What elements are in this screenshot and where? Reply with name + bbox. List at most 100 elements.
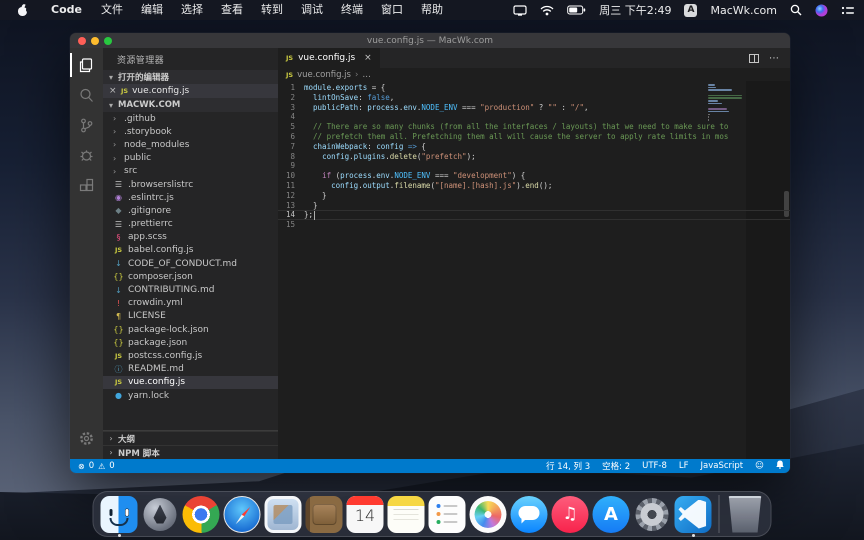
wifi-icon[interactable] <box>540 5 554 16</box>
tree-folder-row[interactable]: ›node_modules <box>103 138 278 151</box>
code-line[interactable]: 7 chainWebpack: config => { <box>278 142 790 152</box>
menu-item[interactable]: 转到 <box>252 0 292 20</box>
tab-close-icon[interactable]: × <box>364 53 372 63</box>
tree-folder-row[interactable]: ›public <box>103 152 278 165</box>
tree-file-row[interactable]: ◆.gitignore <box>103 204 278 217</box>
code-line[interactable]: 15 <box>278 220 790 230</box>
tree-folder-row[interactable]: ›.storybook <box>103 125 278 138</box>
dock-vscode-icon[interactable] <box>675 496 712 533</box>
tree-file-row[interactable]: {}composer.json <box>103 270 278 283</box>
window-close-button[interactable] <box>78 37 86 45</box>
code-line[interactable]: 9 <box>278 161 790 171</box>
window-zoom-button[interactable] <box>104 37 112 45</box>
eol-status[interactable]: LF <box>673 461 695 471</box>
extensions-icon[interactable] <box>70 170 103 200</box>
code-line[interactable]: 8 config.plugins.delete("prefetch"); <box>278 152 790 162</box>
code-line[interactable]: 4 <box>278 112 790 122</box>
tree-file-row[interactable]: ¶LICENSE <box>103 310 278 323</box>
tree-file-row[interactable]: ↓CODE_OF_CONDUCT.md <box>103 257 278 270</box>
tree-folder-row[interactable]: ›.github <box>103 112 278 125</box>
dock-settings-icon[interactable] <box>634 496 671 533</box>
dock-photos-icon[interactable] <box>470 496 507 533</box>
dock-safari-icon[interactable] <box>224 496 261 533</box>
menu-item[interactable]: 调试 <box>292 0 332 20</box>
code-line[interactable]: 10 if (process.env.NODE_ENV === "develop… <box>278 171 790 181</box>
app-menu[interactable]: Code <box>41 0 92 20</box>
tree-file-row[interactable]: JSvue.config.js <box>103 376 278 389</box>
code-line[interactable]: 5 // There are so many chunks (from all … <box>278 122 790 132</box>
source-control-icon[interactable] <box>70 110 103 140</box>
dock-mail-icon[interactable] <box>265 496 302 533</box>
spotlight-search-icon[interactable] <box>790 4 802 16</box>
tree-file-row[interactable]: ☰.prettierrc <box>103 218 278 231</box>
split-editor-icon[interactable] <box>749 54 759 63</box>
menu-bar-clock[interactable]: 周三 下午2:49 <box>599 2 671 18</box>
problems-status[interactable]: ⊗ 0 ⚠ 0 <box>70 461 115 471</box>
menu-item[interactable]: 选择 <box>172 0 212 20</box>
window-minimize-button[interactable] <box>91 37 99 45</box>
input-source-icon[interactable]: A <box>684 4 697 17</box>
display-icon[interactable] <box>513 5 527 16</box>
notification-center-icon[interactable] <box>841 5 854 16</box>
code-line[interactable]: 2 lintOnSave: false, <box>278 93 790 103</box>
tab-vue-config[interactable]: JS vue.config.js × <box>278 48 381 68</box>
sidebar-section-header[interactable]: ›NPM 脚本 <box>103 445 278 459</box>
code-line[interactable]: 1module.exports = { <box>278 83 790 93</box>
tree-file-row[interactable]: ●yarn.lock <box>103 389 278 402</box>
manage-gear-icon[interactable] <box>70 423 103 453</box>
dock-notes-icon[interactable] <box>388 496 425 533</box>
tree-file-row[interactable]: {}package-lock.json <box>103 323 278 336</box>
dock-calendar-icon[interactable]: 14 <box>347 496 384 533</box>
debug-icon[interactable] <box>70 140 103 170</box>
explorer-icon[interactable] <box>70 50 103 80</box>
code-line[interactable]: 12 } <box>278 191 790 201</box>
code-editor[interactable]: 1module.exports = {2 lintOnSave: false,3… <box>278 81 790 459</box>
menu-bar-site-label[interactable]: MacWk.com <box>710 4 777 17</box>
breadcrumb[interactable]: JS vue.config.js › … <box>278 68 790 81</box>
dock-launchpad-icon[interactable] <box>142 496 179 533</box>
indentation-status[interactable]: 空格: 2 <box>596 460 636 472</box>
code-line[interactable]: 14}; <box>278 210 790 220</box>
code-line[interactable]: 3 publicPath: process.env.NODE_ENV === "… <box>278 103 790 113</box>
open-editor-item[interactable]: × JS vue.config.js <box>103 84 278 98</box>
menu-item[interactable]: 帮助 <box>412 0 452 20</box>
dock-appstore-icon[interactable]: A <box>593 496 630 533</box>
tree-file-row[interactable]: {}package.json <box>103 336 278 349</box>
tree-file-row[interactable]: !crowdin.yml <box>103 297 278 310</box>
dock-chrome-icon[interactable] <box>183 496 220 533</box>
tree-folder-row[interactable]: ›src <box>103 165 278 178</box>
siri-icon[interactable] <box>815 4 828 17</box>
tree-file-row[interactable]: ↓CONTRIBUTING.md <box>103 283 278 296</box>
dock-finder-icon[interactable] <box>101 496 138 533</box>
dock-reminders-icon[interactable] <box>429 496 466 533</box>
project-root-header[interactable]: ▾ MACWK.COM <box>103 98 278 112</box>
code-line[interactable]: 6 // prefetch them all. Prefetching them… <box>278 132 790 142</box>
dock-messages-icon[interactable] <box>511 496 548 533</box>
window-title-bar[interactable]: vue.config.js — MacWk.com <box>70 33 790 48</box>
more-actions-icon[interactable]: ⋯ <box>769 53 780 64</box>
close-icon[interactable]: × <box>109 86 117 96</box>
encoding-status[interactable]: UTF-8 <box>636 461 673 471</box>
dock-trash-icon[interactable] <box>727 496 764 533</box>
tree-file-row[interactable]: ☰.browserslistrc <box>103 178 278 191</box>
tree-file-row[interactable]: JSbabel.config.js <box>103 244 278 257</box>
search-icon[interactable] <box>70 80 103 110</box>
tree-file-row[interactable]: ◉.eslintrc.js <box>103 191 278 204</box>
dock-contacts-icon[interactable] <box>306 496 343 533</box>
apple-menu-icon[interactable] <box>16 4 29 17</box>
menu-item[interactable]: 编辑 <box>132 0 172 20</box>
tree-file-row[interactable]: ⓘREADME.md <box>103 363 278 376</box>
open-editors-header[interactable]: ▾ 打开的编辑器 <box>103 70 278 84</box>
menu-item[interactable]: 终端 <box>332 0 372 20</box>
tree-file-row[interactable]: JSpostcss.config.js <box>103 349 278 362</box>
sidebar-section-header[interactable]: ›大纲 <box>103 431 278 445</box>
menu-item[interactable]: 窗口 <box>372 0 412 20</box>
cursor-position-status[interactable]: 行 14, 列 3 <box>540 460 596 472</box>
code-line[interactable]: 13 } <box>278 201 790 211</box>
battery-icon[interactable] <box>567 5 586 15</box>
menu-item[interactable]: 文件 <box>92 0 132 20</box>
dock-music-icon[interactable]: ♫ <box>552 496 589 533</box>
tree-file-row[interactable]: §app.scss <box>103 231 278 244</box>
feedback-smiley-icon[interactable]: ☺ <box>749 461 770 471</box>
code-line[interactable]: 11 config.output.filename("[name].[hash]… <box>278 181 790 191</box>
